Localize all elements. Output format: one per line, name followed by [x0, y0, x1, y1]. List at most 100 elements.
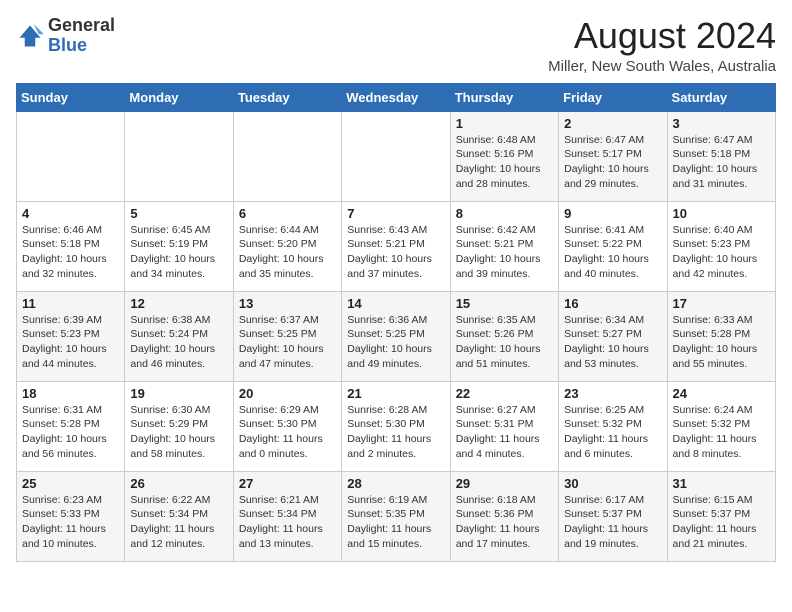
day-number: 1 — [456, 116, 553, 131]
day-info: Sunrise: 6:18 AM Sunset: 5:36 PM Dayligh… — [456, 493, 553, 552]
calendar-cell: 21Sunrise: 6:28 AM Sunset: 5:30 PM Dayli… — [342, 381, 450, 471]
calendar-table: SundayMondayTuesdayWednesdayThursdayFrid… — [16, 83, 776, 562]
day-info: Sunrise: 6:37 AM Sunset: 5:25 PM Dayligh… — [239, 313, 336, 372]
logo-icon — [16, 22, 44, 50]
calendar-cell: 31Sunrise: 6:15 AM Sunset: 5:37 PM Dayli… — [667, 471, 775, 561]
week-row-2: 4 Sunrise: 6:46 AM Sunset: 5:18 PM Daylig… — [17, 201, 776, 291]
day-number: 4 — [22, 206, 119, 221]
day-info: Sunrise: 6:19 AM Sunset: 5:35 PM Dayligh… — [347, 493, 444, 552]
location-label: Miller, New South Wales, Australia — [548, 58, 776, 75]
day-info: Sunrise: 6:21 AM Sunset: 5:34 PM Dayligh… — [239, 493, 336, 552]
calendar-cell: 23 Sunrise: 6:25 AM Sunset: 5:32 PM Dayli… — [559, 381, 667, 471]
day-number: 13 — [239, 296, 336, 311]
day-info: Sunrise: 6:27 AM Sunset: 5:31 PM Dayligh… — [456, 403, 553, 462]
calendar-cell: 12 Sunrise: 6:38 AM Sunset: 5:24 PM Dayli… — [125, 291, 233, 381]
calendar-cell: 19 Sunrise: 6:30 AM Sunset: 5:29 PM Dayli… — [125, 381, 233, 471]
day-info: Sunrise: 6:35 AM Sunset: 5:26 PM Dayligh… — [456, 313, 553, 372]
day-info: Sunrise: 6:47 AM Sunset: 5:17 PM Dayligh… — [564, 133, 661, 192]
day-number: 17 — [673, 296, 770, 311]
day-info: Sunrise: 6:39 AM Sunset: 5:23 PM Dayligh… — [22, 313, 119, 372]
week-row-3: 11 Sunrise: 6:39 AM Sunset: 5:23 PM Dayli… — [17, 291, 776, 381]
day-info: Sunrise: 6:36 AM Sunset: 5:25 PM Dayligh… — [347, 313, 444, 372]
day-number: 28 — [347, 476, 444, 491]
calendar-cell: 25 Sunrise: 6:23 AM Sunset: 5:33 PM Dayli… — [17, 471, 125, 561]
day-number: 21 — [347, 386, 444, 401]
calendar-cell: 10 Sunrise: 6:40 AM Sunset: 5:23 PM Dayli… — [667, 201, 775, 291]
calendar-cell — [233, 111, 341, 201]
day-number: 14 — [347, 296, 444, 311]
day-info: Sunrise: 6:31 AM Sunset: 5:28 PM Dayligh… — [22, 403, 119, 462]
calendar-cell — [125, 111, 233, 201]
week-row-4: 18 Sunrise: 6:31 AM Sunset: 5:28 PM Dayli… — [17, 381, 776, 471]
calendar-cell: 27 Sunrise: 6:21 AM Sunset: 5:34 PM Dayli… — [233, 471, 341, 561]
page-header: General Blue August 2024 Miller, New Sou… — [16, 16, 776, 75]
day-number: 29 — [456, 476, 553, 491]
day-number: 9 — [564, 206, 661, 221]
day-info: Sunrise: 6:25 AM Sunset: 5:32 PM Dayligh… — [564, 403, 661, 462]
day-number: 27 — [239, 476, 336, 491]
calendar-cell: 29 Sunrise: 6:18 AM Sunset: 5:36 PM Dayli… — [450, 471, 558, 561]
day-number: 15 — [456, 296, 553, 311]
day-info: Sunrise: 6:40 AM Sunset: 5:23 PM Dayligh… — [673, 223, 770, 282]
calendar-cell: 3Sunrise: 6:47 AM Sunset: 5:18 PM Daylig… — [667, 111, 775, 201]
day-number: 26 — [130, 476, 227, 491]
calendar-cell: 2Sunrise: 6:47 AM Sunset: 5:17 PM Daylig… — [559, 111, 667, 201]
logo-general: General — [48, 15, 115, 35]
day-number: 30 — [564, 476, 661, 491]
day-info: Sunrise: 6:44 AM Sunset: 5:20 PM Dayligh… — [239, 223, 336, 282]
calendar-cell: 15 Sunrise: 6:35 AM Sunset: 5:26 PM Dayli… — [450, 291, 558, 381]
day-number: 11 — [22, 296, 119, 311]
day-number: 7 — [347, 206, 444, 221]
day-info: Sunrise: 6:38 AM Sunset: 5:24 PM Dayligh… — [130, 313, 227, 372]
calendar-cell: 9 Sunrise: 6:41 AM Sunset: 5:22 PM Daylig… — [559, 201, 667, 291]
day-number: 22 — [456, 386, 553, 401]
calendar-cell: 11 Sunrise: 6:39 AM Sunset: 5:23 PM Dayli… — [17, 291, 125, 381]
logo-blue: Blue — [48, 35, 87, 55]
day-info: Sunrise: 6:42 AM Sunset: 5:21 PM Dayligh… — [456, 223, 553, 282]
day-number: 19 — [130, 386, 227, 401]
day-number: 16 — [564, 296, 661, 311]
day-info: Sunrise: 6:29 AM Sunset: 5:30 PM Dayligh… — [239, 403, 336, 462]
day-number: 10 — [673, 206, 770, 221]
day-number: 25 — [22, 476, 119, 491]
day-info: Sunrise: 6:45 AM Sunset: 5:19 PM Dayligh… — [130, 223, 227, 282]
calendar-cell: 22 Sunrise: 6:27 AM Sunset: 5:31 PM Dayli… — [450, 381, 558, 471]
calendar-cell: 14 Sunrise: 6:36 AM Sunset: 5:25 PM Dayli… — [342, 291, 450, 381]
day-info: Sunrise: 6:17 AM Sunset: 5:37 PM Dayligh… — [564, 493, 661, 552]
weekday-header-saturday: Saturday — [667, 83, 775, 111]
weekday-header-wednesday: Wednesday — [342, 83, 450, 111]
calendar-cell: 28 Sunrise: 6:19 AM Sunset: 5:35 PM Dayli… — [342, 471, 450, 561]
calendar-cell: 8 Sunrise: 6:42 AM Sunset: 5:21 PM Daylig… — [450, 201, 558, 291]
day-info: Sunrise: 6:15 AM Sunset: 5:37 PM Dayligh… — [673, 493, 770, 552]
weekday-header-tuesday: Tuesday — [233, 83, 341, 111]
title-block: August 2024 Miller, New South Wales, Aus… — [548, 16, 776, 75]
day-number: 23 — [564, 386, 661, 401]
calendar-cell: 7Sunrise: 6:43 AM Sunset: 5:21 PM Daylig… — [342, 201, 450, 291]
day-info: Sunrise: 6:30 AM Sunset: 5:29 PM Dayligh… — [130, 403, 227, 462]
calendar-cell — [342, 111, 450, 201]
calendar-cell: 26Sunrise: 6:22 AM Sunset: 5:34 PM Dayli… — [125, 471, 233, 561]
calendar-cell: 5 Sunrise: 6:45 AM Sunset: 5:19 PM Daylig… — [125, 201, 233, 291]
weekday-header-friday: Friday — [559, 83, 667, 111]
day-number: 12 — [130, 296, 227, 311]
calendar-cell: 30 Sunrise: 6:17 AM Sunset: 5:37 PM Dayli… — [559, 471, 667, 561]
calendar-cell: 13 Sunrise: 6:37 AM Sunset: 5:25 PM Dayli… — [233, 291, 341, 381]
day-info: Sunrise: 6:47 AM Sunset: 5:18 PM Dayligh… — [673, 133, 770, 192]
day-info: Sunrise: 6:46 AM Sunset: 5:18 PM Dayligh… — [22, 223, 119, 282]
day-number: 6 — [239, 206, 336, 221]
day-number: 20 — [239, 386, 336, 401]
day-info: Sunrise: 6:33 AM Sunset: 5:28 PM Dayligh… — [673, 313, 770, 372]
week-row-1: 1Sunrise: 6:48 AM Sunset: 5:16 PM Daylig… — [17, 111, 776, 201]
calendar-cell: 1Sunrise: 6:48 AM Sunset: 5:16 PM Daylig… — [450, 111, 558, 201]
day-info: Sunrise: 6:23 AM Sunset: 5:33 PM Dayligh… — [22, 493, 119, 552]
calendar-cell: 16Sunrise: 6:34 AM Sunset: 5:27 PM Dayli… — [559, 291, 667, 381]
day-number: 5 — [130, 206, 227, 221]
logo: General Blue — [16, 16, 115, 56]
calendar-cell: 18 Sunrise: 6:31 AM Sunset: 5:28 PM Dayli… — [17, 381, 125, 471]
day-info: Sunrise: 6:41 AM Sunset: 5:22 PM Dayligh… — [564, 223, 661, 282]
week-row-5: 25 Sunrise: 6:23 AM Sunset: 5:33 PM Dayli… — [17, 471, 776, 561]
day-number: 18 — [22, 386, 119, 401]
day-info: Sunrise: 6:24 AM Sunset: 5:32 PM Dayligh… — [673, 403, 770, 462]
day-number: 8 — [456, 206, 553, 221]
calendar-cell: 20 Sunrise: 6:29 AM Sunset: 5:30 PM Dayli… — [233, 381, 341, 471]
